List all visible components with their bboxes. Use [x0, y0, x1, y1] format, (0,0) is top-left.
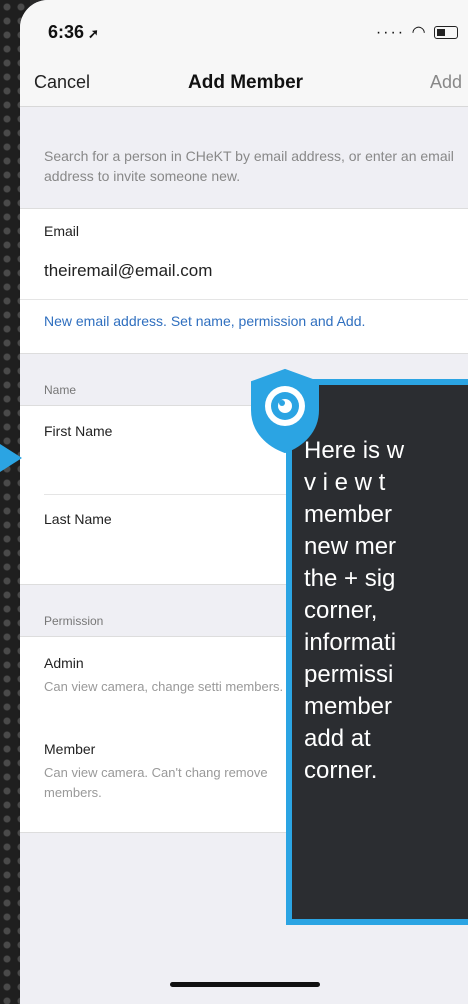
tutorial-callout: Here is w v i e w t member new mer the +… [286, 379, 468, 925]
permission-option-admin[interactable]: Admin [44, 655, 84, 671]
status-bar: 6:36 ➚ ···· ◠ [20, 0, 468, 60]
home-indicator [170, 982, 320, 987]
divider [20, 299, 468, 300]
email-section: Email theiremail@email.com New email add… [20, 208, 468, 354]
cancel-button[interactable]: Cancel [34, 72, 90, 93]
pointer-arrow-icon [0, 444, 22, 472]
email-field[interactable]: theiremail@email.com [44, 261, 212, 281]
location-arrow-icon: ➚ [88, 26, 99, 41]
email-label: Email [44, 223, 80, 239]
permission-member-desc: Can view camera. Can't chang remove memb… [44, 765, 268, 800]
email-status-note: New email address. Set name, permission … [44, 313, 366, 329]
permission-section-header: Permission [44, 614, 104, 628]
wifi-icon: ◠ [411, 24, 428, 41]
signal-icon: ···· [375, 24, 406, 41]
add-button[interactable]: Add [430, 72, 462, 93]
battery-icon [434, 26, 458, 40]
search-hint: Search for a person in CHeKT by email ad… [44, 148, 454, 184]
shield-eye-icon [251, 368, 319, 454]
name-section-header: Name [44, 383, 77, 397]
status-time: 6:36 ➚ [48, 22, 99, 43]
last-name-field[interactable]: Last Name [44, 511, 112, 527]
callout-text: Here is w v i e w t member new mer the +… [304, 437, 405, 784]
time-label: 6:36 [48, 22, 85, 42]
permission-option-member[interactable]: Member [44, 741, 95, 757]
permission-admin-desc: Can view camera, change setti members. [44, 679, 284, 694]
nav-bar: Cancel Add Member Add [20, 60, 468, 107]
page-title: Add Member [188, 72, 304, 93]
first-name-field[interactable]: First Name [44, 423, 112, 439]
status-icons: ···· ◠ [376, 22, 458, 42]
